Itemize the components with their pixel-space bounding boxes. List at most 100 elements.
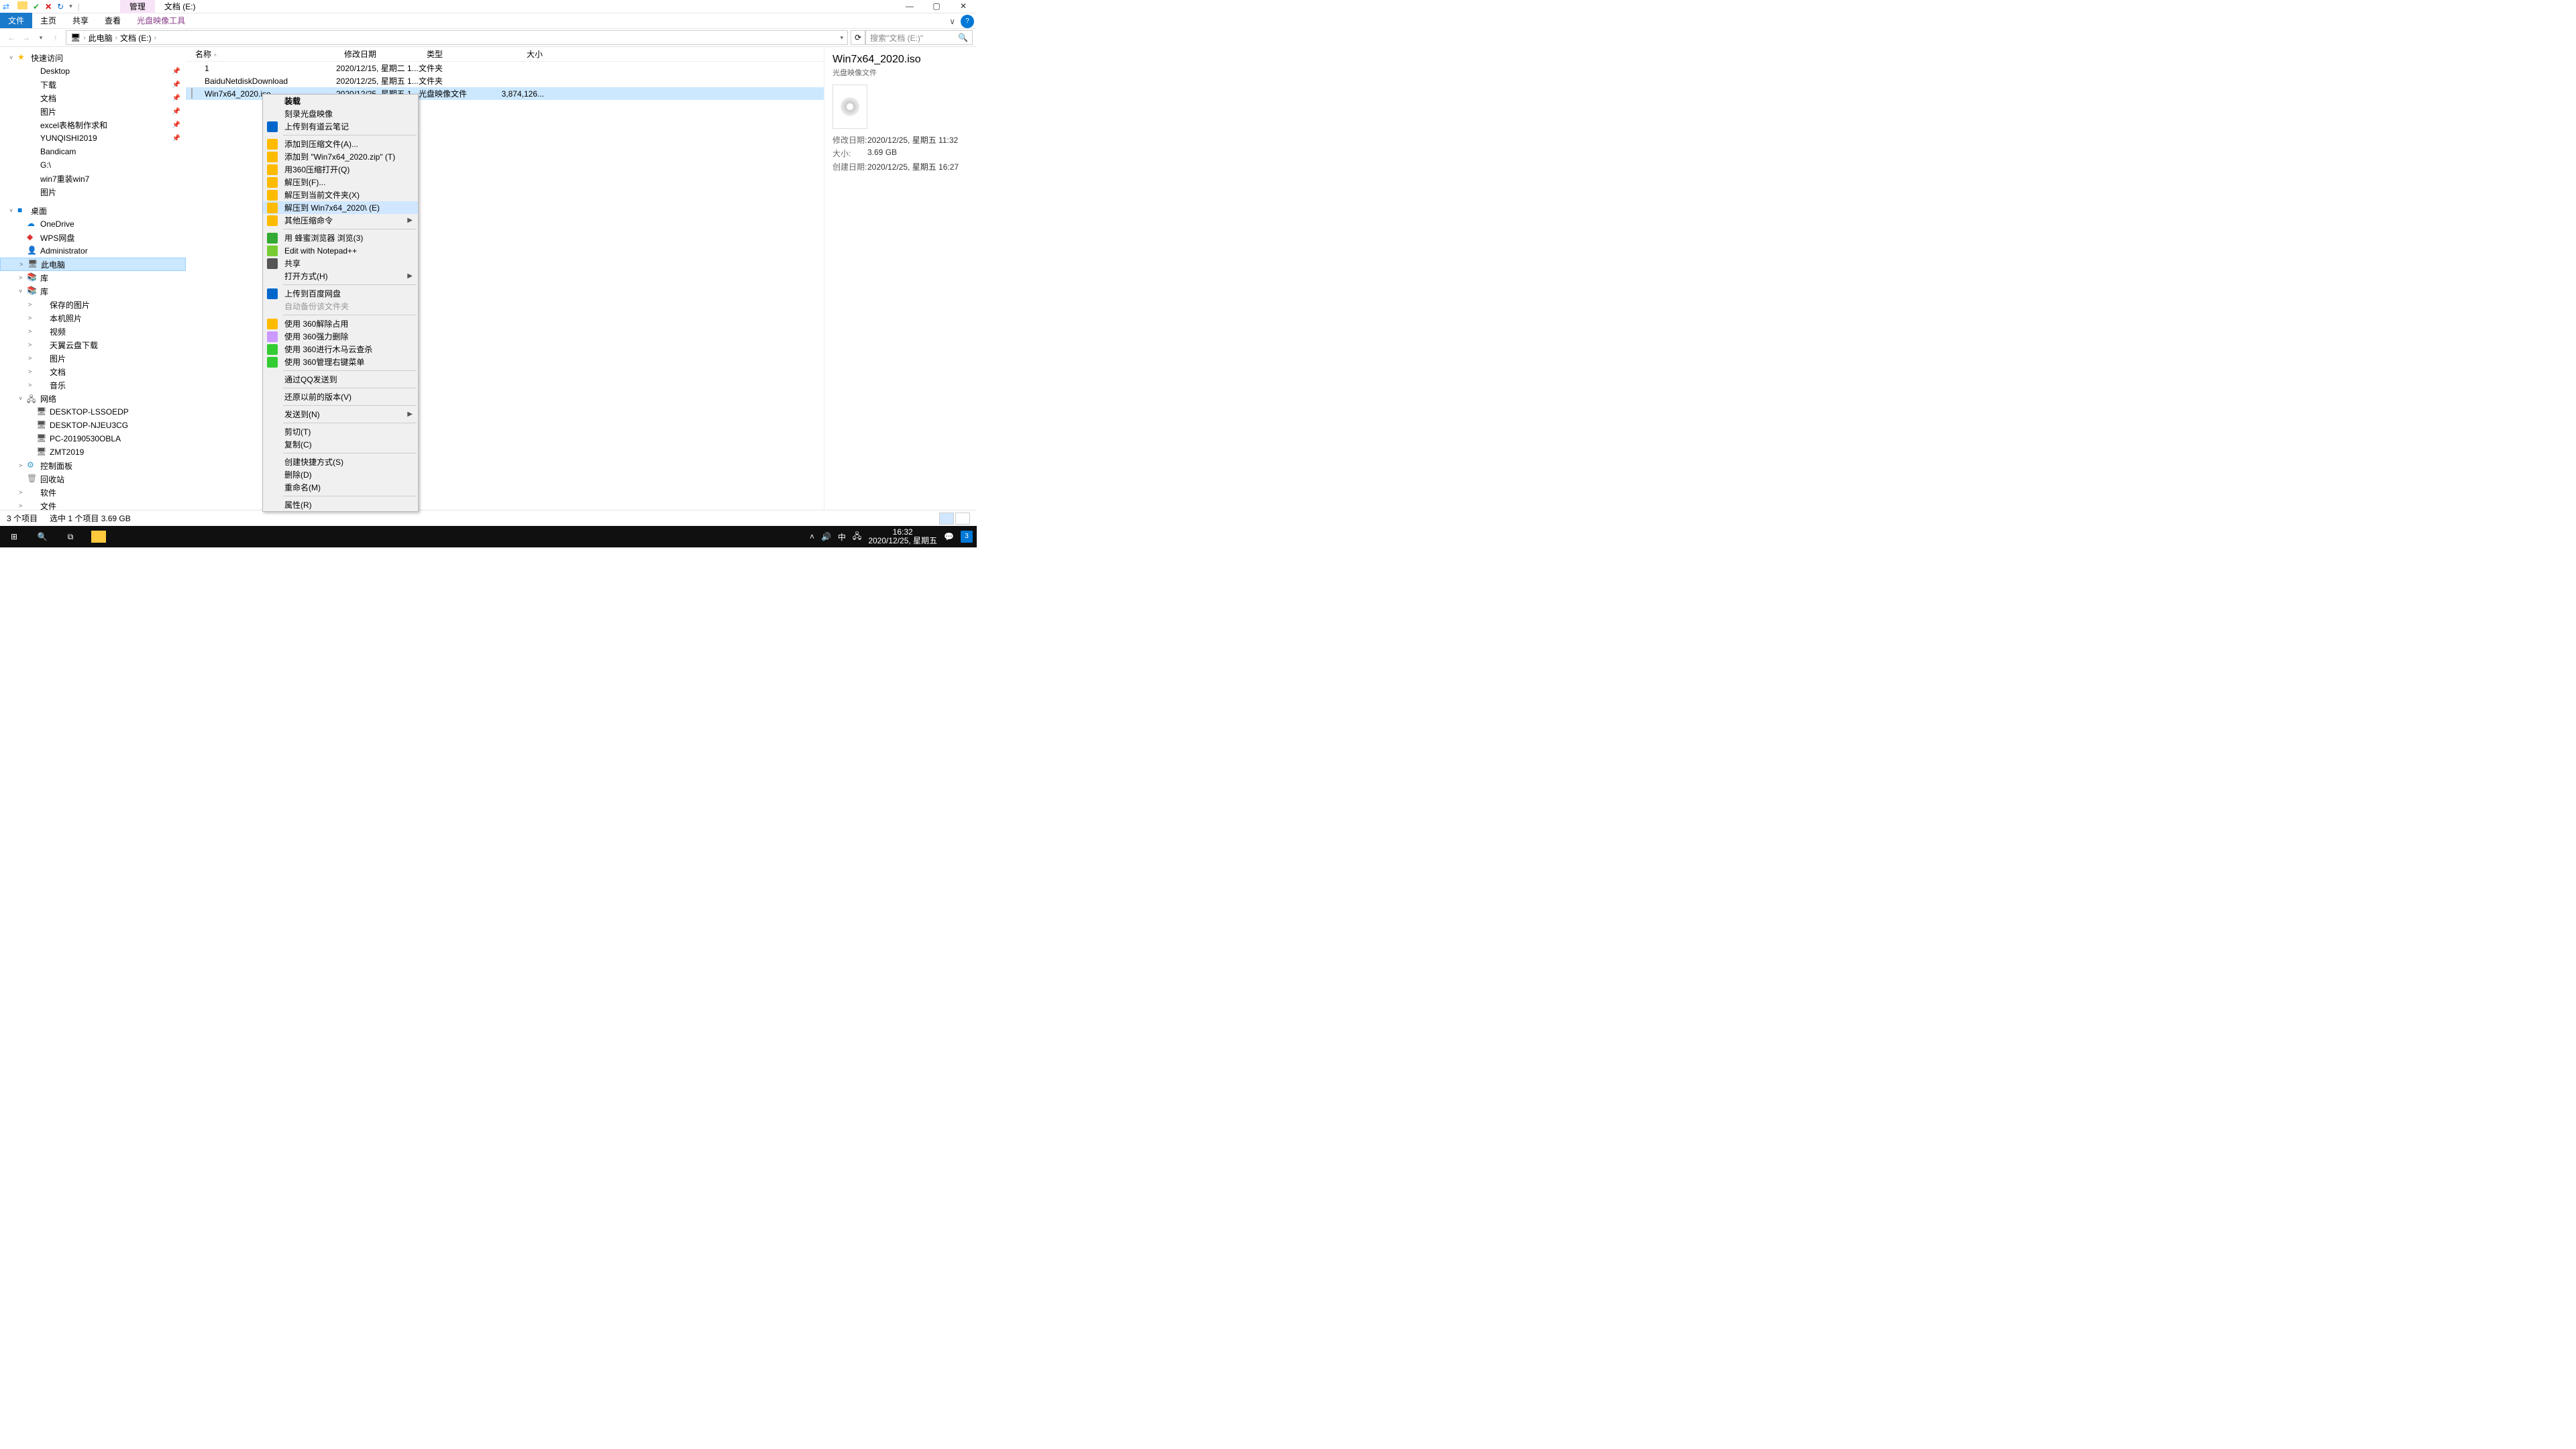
tree-item[interactable]: ˅ ★ 快速访问 <box>0 51 186 64</box>
ribbon-tab-file[interactable]: 文件 <box>0 13 32 28</box>
menu-item[interactable]: 刻录光盘映像 <box>263 107 418 120</box>
menu-item[interactable]: 打开方式(H) ▶ <box>263 270 418 282</box>
tree-item[interactable]: ◆ WPS网盘 <box>0 231 186 244</box>
start-button[interactable]: ⊞ <box>0 526 28 547</box>
volume-icon[interactable]: 🔊 <box>821 532 831 541</box>
expand-icon[interactable]: ˃ <box>28 341 36 348</box>
menu-item[interactable]: 还原以前的版本(V) <box>263 390 418 403</box>
tray-chevron-icon[interactable]: ˄ <box>810 532 814 541</box>
forward-button[interactable]: → <box>19 33 34 42</box>
expand-icon[interactable]: ˃ <box>28 301 36 308</box>
tree-item[interactable]: ˃ 本机照片 <box>0 311 186 325</box>
column-name[interactable]: 名称 ˄ <box>186 48 335 60</box>
search-input[interactable]: 搜索"文档 (E:)" 🔍 <box>865 30 973 45</box>
taskbar[interactable]: ⊞ 🔍 ⧉ ˄ 🔊 中 🖧 16:32 2020/12/25, 星期五 💬 3 <box>0 526 977 547</box>
menu-item[interactable]: 使用 360解除占用 <box>263 317 418 330</box>
menu-item[interactable]: 删除(D) <box>263 468 418 481</box>
qat-dropdown-icon[interactable]: ▾ <box>69 3 72 10</box>
tree-item[interactable]: ˃ 保存的图片 <box>0 298 186 311</box>
tree-item[interactable]: Bandicam <box>0 145 186 158</box>
tree-item[interactable]: 图片 📌 <box>0 105 186 118</box>
expand-icon[interactable]: ˃ <box>19 274 27 281</box>
expand-icon[interactable]: ˃ <box>28 315 36 321</box>
tree-item[interactable]: Desktop 📌 <box>0 64 186 78</box>
network-icon[interactable]: 🖧 <box>853 530 861 544</box>
context-menu[interactable]: 装载 刻录光盘映像 上传到有道云笔记 添加到压缩文件(A)... 添加到 "Wi… <box>262 94 419 512</box>
tree-item[interactable]: 图片 <box>0 185 186 199</box>
maximize-button[interactable]: ▢ <box>923 0 950 13</box>
menu-item[interactable]: 用 蜂蜜浏览器 浏览(3) <box>263 231 418 244</box>
tree-item[interactable]: ˅ 🖧 网络 <box>0 392 186 405</box>
tree-item[interactable]: ˃ 软件 <box>0 486 186 499</box>
tree-item[interactable]: ˅ 📚 库 <box>0 284 186 298</box>
menu-item[interactable]: 共享 <box>263 257 418 270</box>
menu-item[interactable]: 解压到当前文件夹(X) <box>263 189 418 201</box>
menu-item[interactable]: 剪切(T) <box>263 425 418 438</box>
tree-item[interactable]: 👤 Administrator <box>0 244 186 258</box>
menu-item[interactable]: 解压到(F)... <box>263 176 418 189</box>
tree-item[interactable]: excel表格制作求和 📌 <box>0 118 186 131</box>
menu-item[interactable]: 通过QQ发送到 <box>263 373 418 386</box>
expand-icon[interactable]: ˃ <box>28 328 36 335</box>
expand-icon[interactable]: ˃ <box>28 382 36 388</box>
menu-item[interactable]: 发送到(N) ▶ <box>263 408 418 421</box>
menu-item[interactable]: 使用 360进行木马云查杀 <box>263 343 418 356</box>
menu-item[interactable]: 添加到压缩文件(A)... <box>263 138 418 150</box>
tree-item[interactable]: ˃ 视频 <box>0 325 186 338</box>
tree-item[interactable]: ˃ 🖥 此电脑 <box>0 258 186 271</box>
tree-item[interactable]: 🖥 DESKTOP-NJEU3CG <box>0 419 186 432</box>
help-button[interactable]: ? <box>961 15 974 28</box>
menu-item[interactable]: 使用 360管理右键菜单 <box>263 356 418 368</box>
menu-item[interactable]: 重命名(M) <box>263 481 418 494</box>
search-icon[interactable]: 🔍 <box>958 33 968 42</box>
menu-item[interactable]: 上传到百度网盘 <box>263 287 418 300</box>
menu-item[interactable]: 用360压缩打开(Q) <box>263 163 418 176</box>
tree-item[interactable]: 下载 📌 <box>0 78 186 91</box>
ribbon-tab-share[interactable]: 共享 <box>64 13 97 28</box>
delete-icon[interactable]: ✕ <box>45 2 52 11</box>
ribbon-tab-view[interactable]: 查看 <box>97 13 129 28</box>
taskbar-explorer[interactable] <box>85 526 113 547</box>
breadcrumb-current[interactable]: 文档 (E:) <box>120 32 152 44</box>
tree-item[interactable]: win7重装win7 <box>0 172 186 185</box>
contextual-tab-manage[interactable]: 管理 <box>120 0 155 13</box>
tree-item[interactable]: G:\ <box>0 158 186 172</box>
restore-icon[interactable]: ↻ <box>57 2 64 11</box>
icons-view-button[interactable] <box>955 513 970 525</box>
expand-icon[interactable]: ˃ <box>19 462 27 469</box>
tree-item[interactable]: ˅ ■ 桌面 <box>0 204 186 217</box>
tree-item[interactable]: 🖥 ZMT2019 <box>0 445 186 459</box>
column-headers[interactable]: 名称 ˄ 修改日期 类型 大小 <box>186 47 824 62</box>
minimize-button[interactable]: — <box>896 0 923 13</box>
expand-icon[interactable]: ˅ <box>9 54 17 61</box>
menu-item[interactable]: 创建快捷方式(S) <box>263 455 418 468</box>
menu-item[interactable]: 属性(R) <box>263 498 418 511</box>
menu-item[interactable]: 添加到 "Win7x64_2020.zip" (T) <box>263 150 418 163</box>
up-button[interactable]: ↑ <box>48 33 63 42</box>
ribbon-expand-icon[interactable]: ∨ <box>944 15 961 28</box>
breadcrumb[interactable]: 🖥 › 此电脑 › 文档 (E:) › ▾ <box>66 30 848 45</box>
expand-icon[interactable]: ˃ <box>28 368 36 375</box>
expand-icon[interactable]: ˅ <box>19 395 27 402</box>
menu-item[interactable]: 使用 360强力删除 <box>263 330 418 343</box>
expand-icon[interactable]: ˅ <box>19 288 27 294</box>
chevron-right-icon[interactable]: › <box>83 34 85 42</box>
ime-indicator[interactable]: 中 <box>838 531 846 543</box>
ribbon-tab-disc-tool[interactable]: 光盘映像工具 <box>129 13 193 28</box>
search-button[interactable]: 🔍 <box>28 526 56 547</box>
column-date[interactable]: 修改日期 <box>335 48 417 60</box>
expand-icon[interactable]: ˃ <box>28 355 36 362</box>
expand-icon[interactable]: ˃ <box>19 261 28 268</box>
menu-item[interactable]: 上传到有道云笔记 <box>263 120 418 133</box>
tree-item[interactable]: ˃ ⚙ 控制面板 <box>0 459 186 472</box>
expand-icon[interactable]: ˃ <box>19 489 27 496</box>
address-dropdown-icon[interactable]: ▾ <box>840 34 843 42</box>
menu-item[interactable]: 解压到 Win7x64_2020\ (E) <box>263 201 418 214</box>
notification-badge[interactable]: 3 <box>961 531 973 543</box>
task-view-button[interactable]: ⧉ <box>56 526 85 547</box>
ribbon-tab-home[interactable]: 主页 <box>32 13 64 28</box>
menu-item[interactable]: Edit with Notepad++ <box>263 244 418 257</box>
details-view-button[interactable] <box>939 513 954 525</box>
refresh-button[interactable]: ⟳ <box>851 30 865 45</box>
column-type[interactable]: 类型 <box>417 48 492 60</box>
